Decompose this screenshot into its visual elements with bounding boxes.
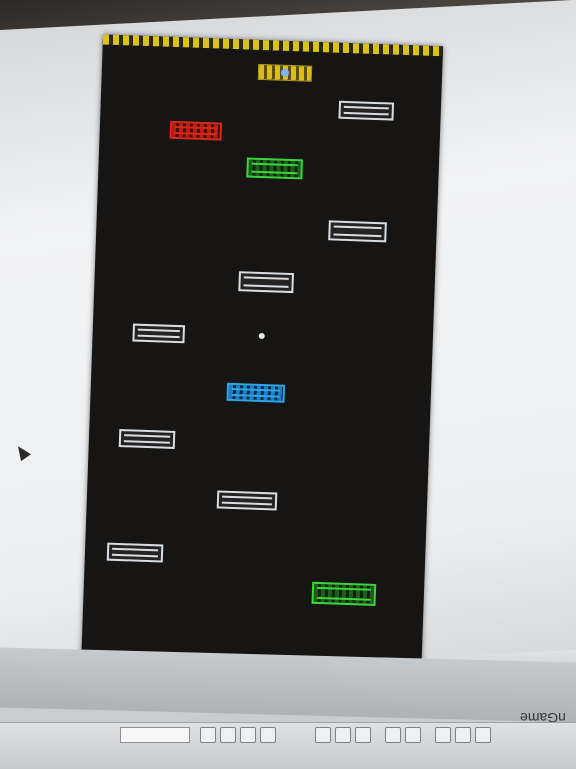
toolbar-button[interactable] xyxy=(355,727,371,743)
brick-white-5 xyxy=(118,429,176,449)
brick-white-3 xyxy=(238,271,294,294)
toolbar-button[interactable] xyxy=(475,727,491,743)
toolbar-button[interactable] xyxy=(240,727,256,743)
player-paddle[interactable] xyxy=(257,63,313,82)
toolbar-button[interactable] xyxy=(335,727,351,743)
brick-white-1 xyxy=(338,100,395,121)
toolbar-button[interactable] xyxy=(385,727,401,743)
paddle-center xyxy=(280,68,290,77)
brick-white-4 xyxy=(132,323,186,344)
brick-white-2 xyxy=(328,220,387,243)
brick-green-1 xyxy=(246,157,303,180)
toolbar-button[interactable] xyxy=(200,727,216,743)
brick-white-7 xyxy=(106,542,164,563)
toolbar xyxy=(0,722,576,769)
toolbar-button[interactable] xyxy=(455,727,471,743)
brick-green-2 xyxy=(311,581,377,606)
toolbar-button[interactable] xyxy=(405,727,421,743)
brick-white-6 xyxy=(216,490,278,511)
game-canvas[interactable] xyxy=(80,34,444,681)
toolbar-button[interactable] xyxy=(315,727,331,743)
ball xyxy=(258,332,265,340)
toolbar-input[interactable] xyxy=(120,727,190,743)
toolbar-button[interactable] xyxy=(220,727,236,743)
app-frame-bottom xyxy=(0,647,576,723)
brick-red-1 xyxy=(169,120,223,141)
toolbar-button[interactable] xyxy=(435,727,451,743)
toolbar-button[interactable] xyxy=(260,727,276,743)
brick-blue-1 xyxy=(226,382,286,403)
